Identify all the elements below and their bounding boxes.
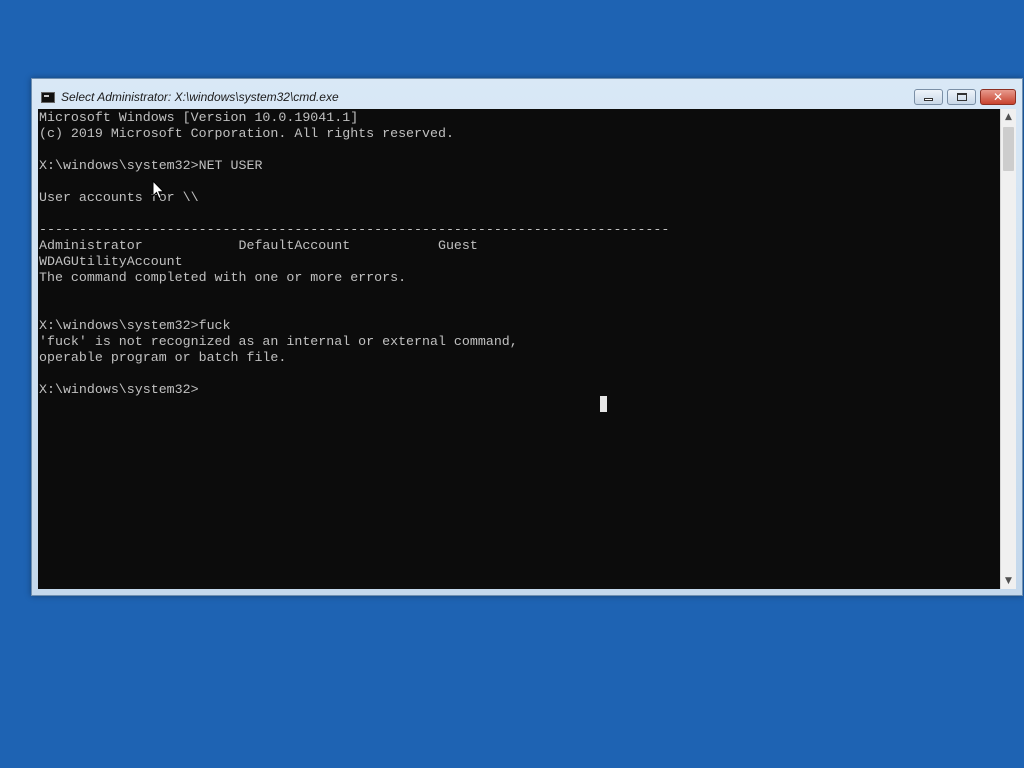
- close-icon: ✕: [992, 90, 1004, 104]
- console-prompt-line[interactable]: X:\windows\system32>: [39, 382, 669, 398]
- console-line: WDAGUtilityAccount: [39, 254, 183, 269]
- console-line: X:\windows\system32>NET USER: [39, 158, 263, 173]
- vertical-scrollbar[interactable]: ▲ ▼: [1000, 109, 1016, 589]
- maximize-button[interactable]: [947, 89, 976, 105]
- console-line: ----------------------------------------…: [39, 222, 670, 237]
- console-line: Administrator DefaultAccount Guest: [39, 238, 478, 253]
- scroll-thumb[interactable]: [1003, 127, 1014, 171]
- console-text: Microsoft Windows [Version 10.0.19041.1]…: [39, 110, 669, 398]
- console-line: Microsoft Windows [Version 10.0.19041.1]: [39, 110, 359, 125]
- maximize-icon: [957, 93, 967, 101]
- minimize-icon: [924, 98, 933, 101]
- scroll-up-arrow-icon[interactable]: ▲: [1001, 109, 1016, 125]
- cmd-console-icon[interactable]: [41, 92, 55, 103]
- text-cursor: [600, 396, 607, 412]
- console-line: X:\windows\system32>fuck: [39, 318, 231, 333]
- scroll-down-arrow-icon[interactable]: ▼: [1001, 573, 1016, 589]
- minimize-button[interactable]: [914, 89, 943, 105]
- console-output[interactable]: Microsoft Windows [Version 10.0.19041.1]…: [38, 109, 1000, 589]
- console-line: 'fuck' is not recognized as an internal …: [39, 334, 518, 349]
- close-button[interactable]: ✕: [980, 89, 1016, 105]
- console-line: operable program or batch file.: [39, 350, 287, 365]
- console-line: (c) 2019 Microsoft Corporation. All righ…: [39, 126, 454, 141]
- window-title: Select Administrator: X:\windows\system3…: [61, 90, 339, 104]
- mouse-pointer-icon: [152, 180, 165, 200]
- console-line: The command completed with one or more e…: [39, 270, 407, 285]
- cmd-window[interactable]: Select Administrator: X:\windows\system3…: [31, 78, 1023, 596]
- console-line: User accounts for \\: [39, 190, 199, 205]
- title-bar[interactable]: Select Administrator: X:\windows\system3…: [32, 79, 1022, 109]
